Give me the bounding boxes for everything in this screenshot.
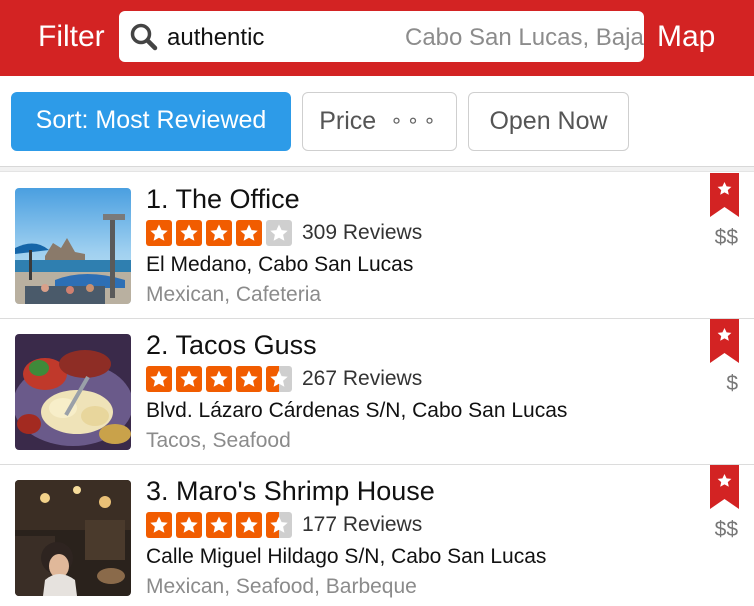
search-term-text[interactable]: authentic <box>167 24 264 52</box>
business-photo <box>15 188 131 304</box>
business-address: Calle Miguel Hildago S/N, Cabo San Lucas <box>146 545 547 568</box>
bookmark-ribbon-icon[interactable] <box>710 319 739 363</box>
price-filter-button[interactable]: Price ∘∘∘ <box>302 92 457 151</box>
review-count: 267 Reviews <box>302 367 423 390</box>
search-location-text[interactable]: Cabo San Lucas, Baja California Sur <box>405 24 644 52</box>
business-photo <box>15 334 131 450</box>
star-icon <box>176 512 202 538</box>
result-row[interactable]: 1. The Office 309 Reviews El Medano, Cab… <box>0 173 754 319</box>
star-icon <box>146 220 172 246</box>
business-name[interactable]: 1. The Office <box>146 182 300 216</box>
star-icon <box>206 220 232 246</box>
star-icon <box>236 512 262 538</box>
review-count: 177 Reviews <box>302 513 423 536</box>
star-icon <box>146 366 172 392</box>
business-address: El Medano, Cabo San Lucas <box>146 253 414 276</box>
price-level: $ <box>726 372 738 395</box>
search-icon <box>130 23 158 51</box>
result-row[interactable]: 2. Tacos Guss 267 Reviews Blvd. Lázaro C… <box>0 319 754 465</box>
star-rating <box>146 366 296 392</box>
open-now-button[interactable]: Open Now <box>468 92 629 151</box>
search-field[interactable]: authentic Cabo San Lucas, Baja Californi… <box>119 11 644 62</box>
star-icon <box>206 512 232 538</box>
star-icon <box>206 366 232 392</box>
bookmark-ribbon-icon[interactable] <box>710 173 739 217</box>
price-level: $$ <box>714 518 738 541</box>
result-row[interactable]: 3. Maro's Shrimp House 177 Reviews Calle… <box>0 465 754 606</box>
star-rating <box>146 512 296 538</box>
business-photo <box>15 480 131 596</box>
star-icon <box>176 366 202 392</box>
bookmark-ribbon-icon[interactable] <box>710 465 739 509</box>
price-filter-label: Price <box>319 107 377 135</box>
section-divider <box>0 166 754 172</box>
sort-button[interactable]: Sort: Most Reviewed <box>11 92 291 151</box>
map-button[interactable]: Map <box>657 19 715 55</box>
business-name[interactable]: 2. Tacos Guss <box>146 328 317 362</box>
top-bar: Filter authentic Cabo San Lucas, Baja Ca… <box>0 0 754 76</box>
filter-button[interactable]: Filter <box>38 19 105 55</box>
star-icon <box>236 366 262 392</box>
review-count: 309 Reviews <box>302 221 423 244</box>
business-categories: Mexican, Cafeteria <box>146 283 322 306</box>
business-categories: Tacos, Seafood <box>146 429 291 452</box>
business-name[interactable]: 3. Maro's Shrimp House <box>146 474 435 508</box>
half-star-icon <box>266 512 292 538</box>
star-icon <box>236 220 262 246</box>
half-star-icon <box>266 366 292 392</box>
star-icon <box>176 220 202 246</box>
filter-chips: Sort: Most Reviewed Price ∘∘∘ Open Now <box>0 76 754 168</box>
price-dots-icon: ∘∘∘ <box>390 110 440 132</box>
business-categories: Mexican, Seafood, Barbeque <box>146 575 417 598</box>
star-icon <box>146 512 172 538</box>
business-address: Blvd. Lázaro Cárdenas S/N, Cabo San Luca… <box>146 399 568 422</box>
price-level: $$ <box>714 226 738 249</box>
star-icon <box>266 220 292 246</box>
star-rating <box>146 220 296 246</box>
